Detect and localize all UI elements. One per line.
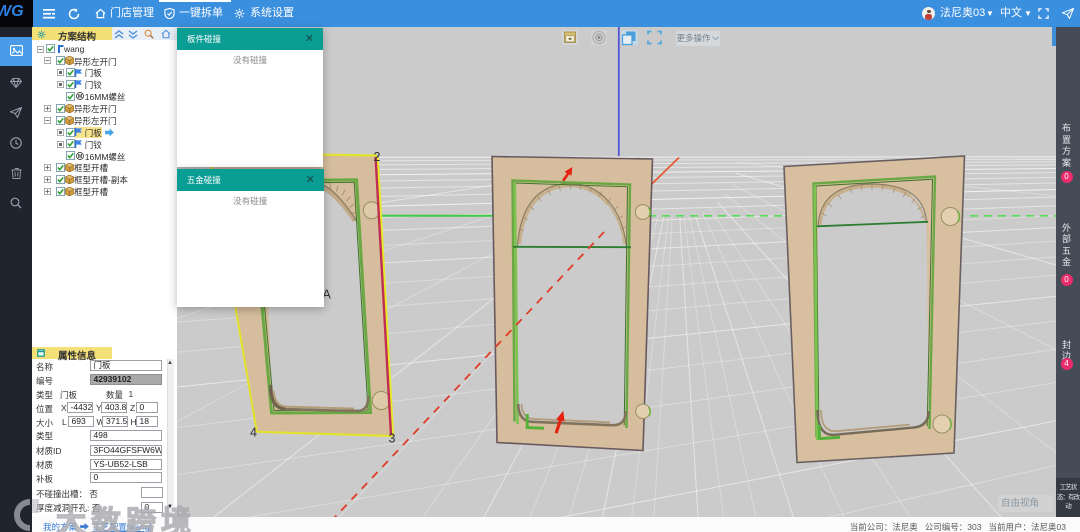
svg-text:3: 3	[389, 432, 396, 446]
svg-text:M: M	[77, 94, 81, 100]
svg-text:A: A	[323, 288, 332, 302]
svg-text:M: M	[77, 154, 81, 160]
svg-text:2: 2	[374, 150, 381, 164]
svg-text:4: 4	[250, 426, 257, 440]
